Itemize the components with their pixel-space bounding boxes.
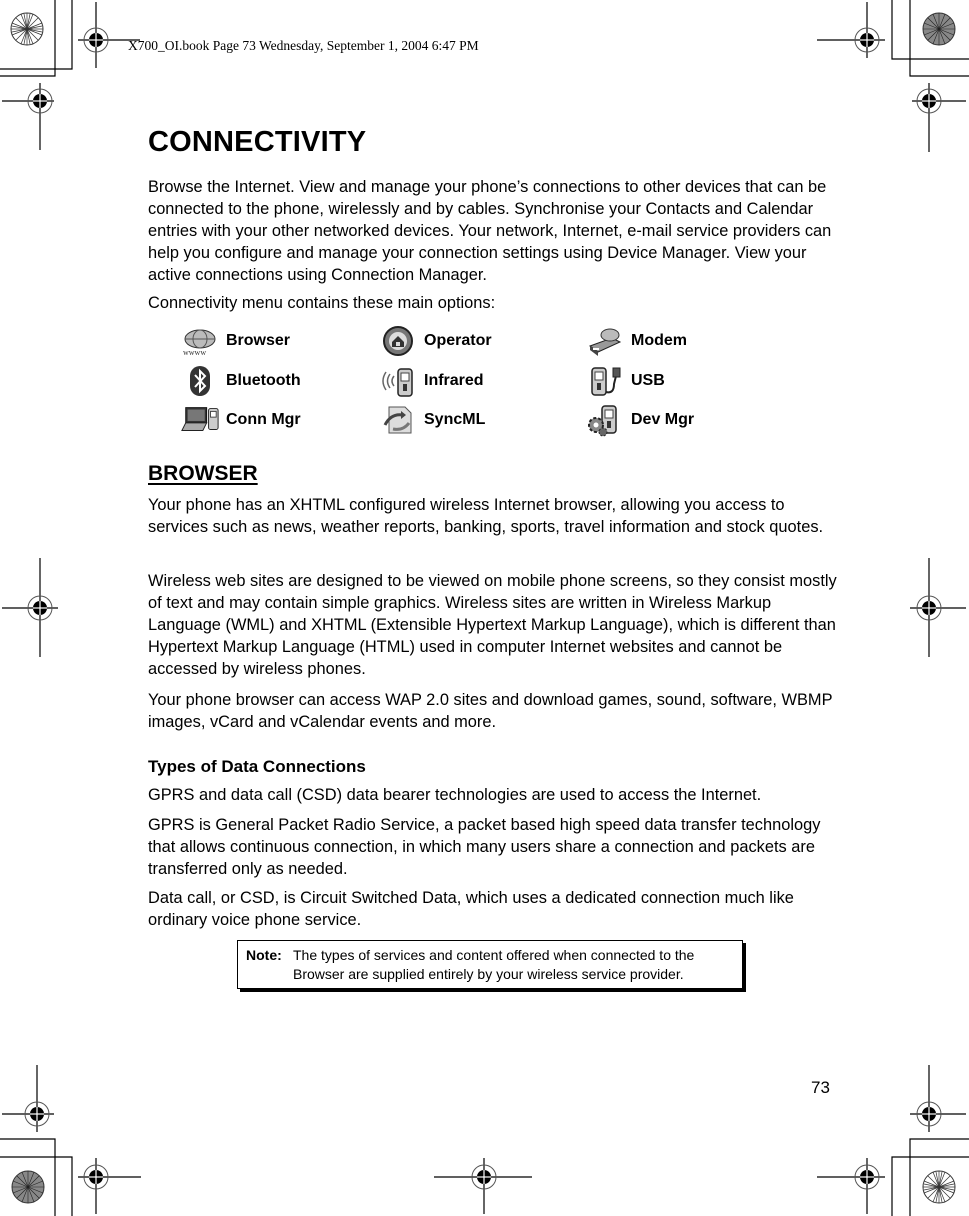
registration-mark-right-upper (912, 83, 966, 152)
note-label: Note: (246, 947, 282, 963)
browser-globe-icon: wwww (180, 324, 220, 358)
svg-text:wwww: wwww (183, 348, 206, 357)
registration-mark-left-lower (2, 1065, 54, 1132)
color-rosette-bottom-right (922, 1170, 956, 1204)
modem-icon (585, 324, 625, 358)
operator-home-icon (378, 324, 418, 358)
menu-item-label: Dev Mgr (631, 411, 695, 428)
note-box: Note: The types of services and content … (237, 940, 743, 989)
color-rosette-top-left (10, 12, 44, 46)
menu-item-conn-mgr: Conn Mgr (180, 403, 301, 437)
menu-intro: Connectivity menu contains these main op… (148, 294, 496, 312)
data-connections-paragraph-2: GPRS is General Packet Radio Service, a … (148, 816, 821, 878)
registration-mark-left-middle (2, 558, 58, 657)
menu-item-label: Bluetooth (226, 372, 301, 389)
menu-item-syncml: SyncML (378, 403, 485, 437)
note-text: The types of services and content offere… (293, 947, 695, 982)
menu-item-bluetooth: Bluetooth (180, 364, 301, 398)
menu-item-label: Modem (631, 332, 687, 349)
menu-item-label: Conn Mgr (226, 411, 301, 428)
menu-item-label: SyncML (424, 411, 486, 428)
sync-icon (378, 403, 418, 437)
laptop-phone-icon (180, 403, 220, 437)
data-connections-paragraph-1: GPRS and data call (CSD) data bearer tec… (148, 786, 762, 804)
bluetooth-icon (180, 364, 220, 398)
intro-paragraph: Browse the Internet. View and manage you… (148, 178, 832, 284)
data-connections-heading: Types of Data Connections (148, 757, 366, 776)
page-title: CONNECTIVITY (148, 126, 367, 158)
registration-mark-bottom-center (434, 1158, 532, 1214)
menu-item-label: Infrared (424, 372, 484, 389)
data-connections-paragraph-3: Data call, or CSD, is Circuit Switched D… (148, 889, 794, 929)
menu-item-label: Browser (226, 332, 291, 349)
browser-paragraph-2: Wireless web sites are designed to be vi… (148, 572, 837, 678)
menu-item-label: USB (631, 372, 665, 389)
usb-phone-icon (585, 364, 625, 398)
color-rosette-top-right (922, 12, 956, 46)
browser-heading: BROWSER (148, 462, 258, 485)
registration-mark-bottom-right (817, 1158, 885, 1214)
color-rosette-bottom-left (11, 1170, 45, 1204)
menu-item-label: Operator (424, 332, 492, 349)
browser-paragraph-3: Your phone browser can access WAP 2.0 si… (148, 691, 833, 731)
browser-paragraph-1: Your phone has an XHTML configured wirel… (148, 496, 824, 536)
registration-mark-right-middle (910, 558, 966, 657)
infrared-phone-icon (378, 364, 418, 398)
menu-item-operator: Operator (378, 324, 492, 358)
page-number: 73 (811, 1078, 830, 1097)
menu-item-usb: USB (585, 364, 665, 398)
registration-mark-left-upper (2, 83, 54, 150)
registration-mark-bottom-left (78, 1158, 141, 1214)
menu-item-dev-mgr: Dev Mgr (585, 403, 694, 437)
print-slug: X700_OI.book Page 73 Wednesday, Septembe… (128, 38, 479, 53)
menu-item-modem: Modem (585, 324, 687, 358)
menu-item-infrared: Infrared (378, 364, 484, 398)
registration-mark-top-right (817, 2, 885, 58)
gears-phone-icon (585, 403, 625, 437)
registration-mark-top-left (78, 2, 140, 68)
menu-item-browser: wwww Browser (180, 324, 290, 358)
registration-mark-right-lower (910, 1065, 966, 1132)
